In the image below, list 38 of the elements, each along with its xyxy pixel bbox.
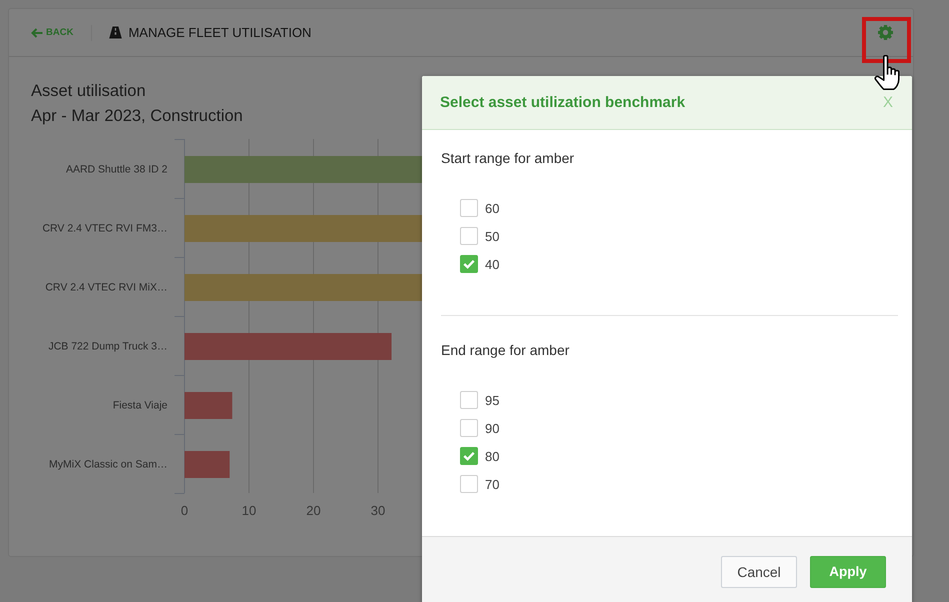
back-arrow-icon	[31, 28, 43, 38]
option-label[interactable]: 80	[485, 448, 500, 464]
checkbox[interactable]	[460, 447, 478, 465]
hand-cursor-icon	[872, 55, 902, 91]
axis-tick-label: 0	[180, 503, 188, 518]
axis-tick-label: 10	[242, 503, 256, 518]
category-label: JCB 722 Dump Truck 3…	[48, 340, 168, 352]
axis-tick-label: 30	[370, 503, 386, 518]
option-label[interactable]: 60	[485, 200, 500, 216]
dialog-title: Select asset utilization benchmark	[440, 94, 686, 111]
highlight-frame	[862, 17, 911, 63]
category-label: AARD Shuttle 38 ID 2	[66, 164, 168, 176]
option-label[interactable]: 90	[485, 420, 500, 436]
cancel-button[interactable]: Cancel	[721, 556, 797, 588]
checkbox[interactable]	[460, 475, 478, 493]
axis-tick-label: 20	[306, 503, 321, 518]
option-label[interactable]: 95	[485, 392, 500, 408]
check-icon	[463, 259, 475, 269]
category-label: Fiesta Viaje	[112, 400, 168, 412]
group-label: Start range for amber	[441, 149, 574, 168]
checkbox[interactable]	[460, 419, 478, 437]
category-label: MyMiX Classic on Sam…	[49, 458, 168, 470]
check-icon	[463, 451, 475, 461]
settings-icon[interactable]	[878, 25, 893, 40]
road-icon	[109, 26, 122, 39]
checkbox[interactable]	[460, 227, 478, 245]
category-label: CRV 2.4 VTEC RVI FM3…	[42, 222, 168, 234]
category-label: CRV 2.4 VTEC RVI MiX…	[45, 282, 168, 294]
chart-subtitle: Apr - Mar 2023, Construction	[31, 106, 243, 127]
group-label: End range for amber	[441, 341, 570, 360]
option-label[interactable]: 70	[485, 476, 500, 492]
checkbox[interactable]	[460, 391, 478, 409]
option-label[interactable]: 40	[485, 256, 500, 272]
option-label[interactable]: 50	[485, 228, 500, 244]
page-title: MANAGE FLEET UTILISATION	[128, 25, 312, 40]
checkbox[interactable]	[460, 255, 478, 273]
chart-title: Asset utilisation	[31, 81, 146, 102]
checkbox[interactable]	[460, 199, 478, 217]
